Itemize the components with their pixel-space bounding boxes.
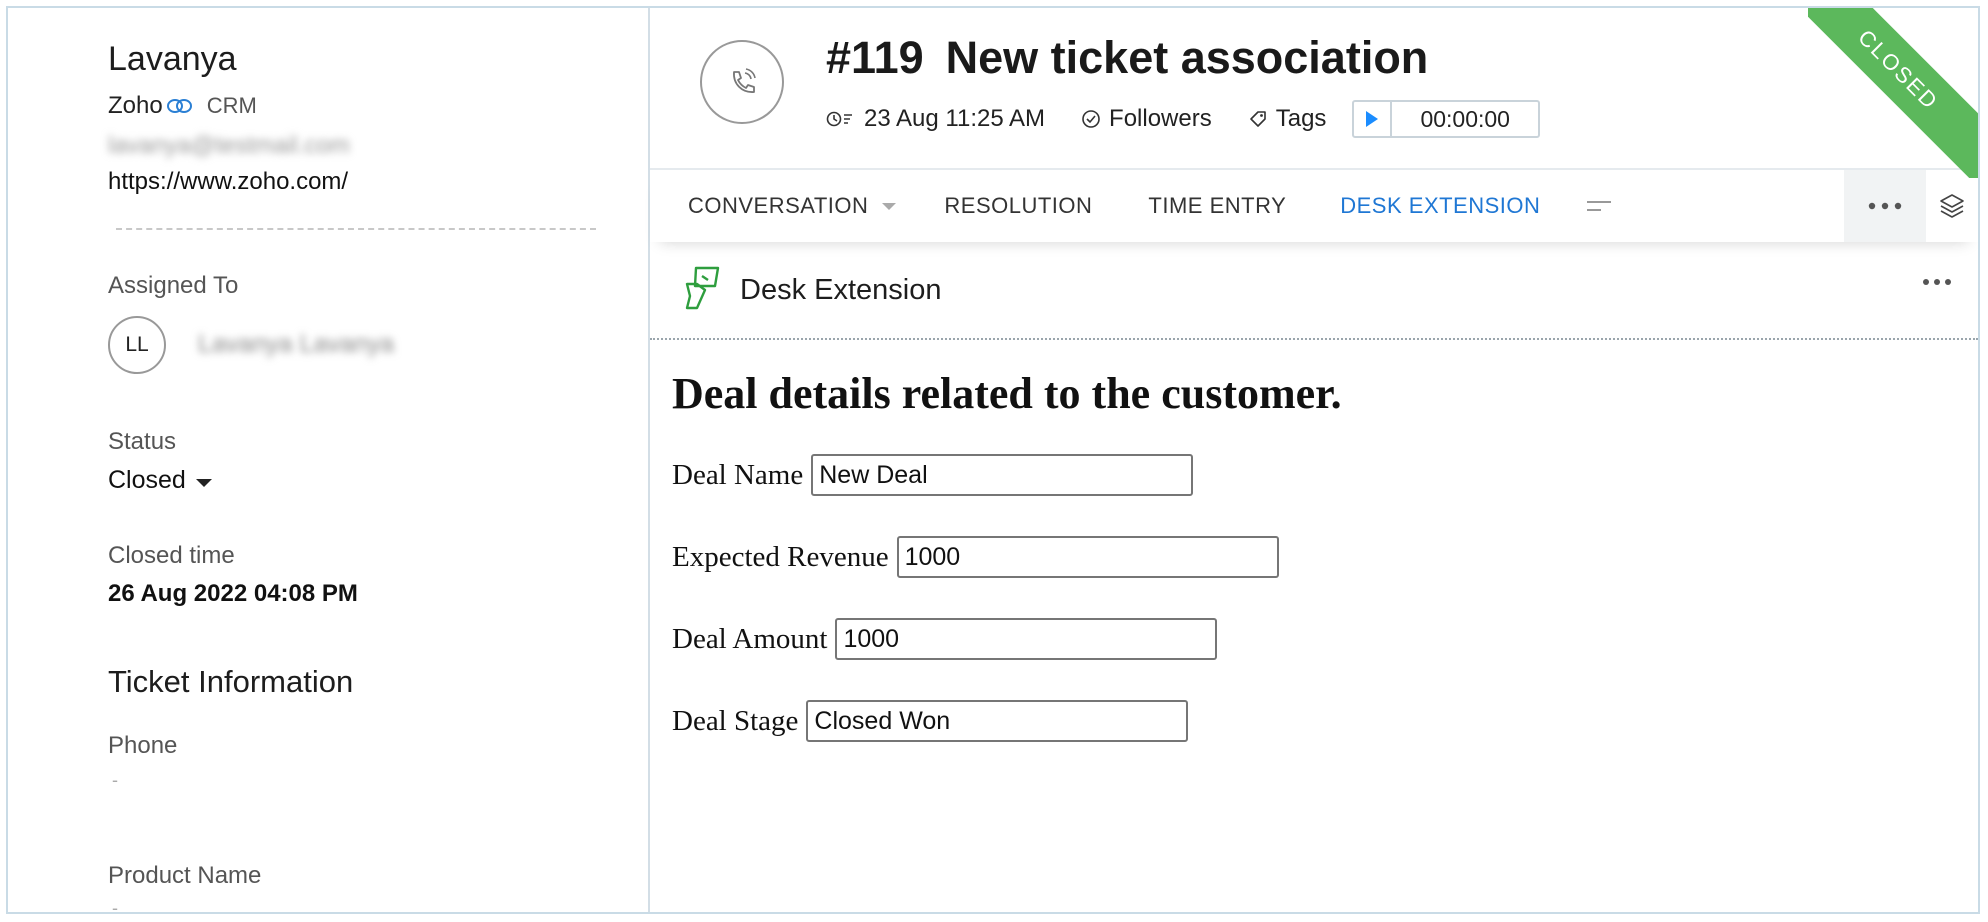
assigned-to-label: Assigned To <box>108 272 239 299</box>
divider <box>116 228 596 230</box>
expected-revenue-row: Expected Revenue <box>672 535 1342 579</box>
status-ribbon: CLOSED <box>1808 8 1978 178</box>
timer-play-button[interactable] <box>1354 102 1393 136</box>
deal-amount-row: Deal Amount <box>672 617 1342 661</box>
ticket-tabs: CONVERSATION RESOLUTION TIME ENTRY DESK … <box>650 170 1978 242</box>
form-heading: Deal details related to the customer. <box>672 369 1342 418</box>
contact-website[interactable]: https://www.zoho.com/ <box>108 168 348 196</box>
tab-time-entry[interactable]: TIME ENTRY <box>1148 193 1286 219</box>
assignee-name[interactable]: Lavanya Lavanya <box>198 330 394 359</box>
layers-icon <box>1940 194 1964 218</box>
status-value: Closed <box>108 466 186 494</box>
more-dots-icon <box>1868 202 1902 210</box>
crm-label: CRM <box>206 93 257 118</box>
ticket-header: #119 New ticket association 23 Aug 11:25 … <box>650 8 1978 178</box>
tag-icon <box>1249 111 1266 127</box>
tab-resolution-label: RESOLUTION <box>944 193 1093 218</box>
ticket-detail-panel: #119 New ticket association 23 Aug 11:25 … <box>650 8 1978 912</box>
status-label: Status <box>108 428 177 455</box>
tab-actions <box>1844 170 1978 242</box>
contact-name[interactable]: Lavanya <box>108 40 237 79</box>
ticket-meta: 23 Aug 11:25 AM Followers Tags 00:00:00 <box>826 100 1540 138</box>
closed-ribbon: CLOSED <box>1808 8 1978 178</box>
deal-stage-label: Deal Stage <box>672 704 799 737</box>
closed-time-label: Closed time <box>108 542 235 569</box>
more-tabs-icon[interactable] <box>1586 199 1612 213</box>
phone-value[interactable]: - <box>112 770 118 791</box>
tags-button[interactable]: Tags <box>1248 105 1327 133</box>
deal-stage-input[interactable] <box>806 700 1189 742</box>
crm-link-icon <box>166 99 192 113</box>
caret-down-icon <box>195 478 212 487</box>
extension-header: Desk Extension <box>650 242 1978 340</box>
channel-phone-icon <box>700 40 784 124</box>
deal-details-form: Deal details related to the customer. De… <box>672 368 1342 781</box>
desk-extension-icon <box>685 266 720 310</box>
ticket-subject[interactable]: New ticket association <box>946 32 1429 83</box>
expected-revenue-label: Expected Revenue <box>672 540 889 573</box>
extension-more-icon[interactable] <box>1922 278 1952 286</box>
ticket-title: #119 New ticket association <box>826 32 1428 84</box>
tab-conversation[interactable]: CONVERSATION <box>688 193 897 219</box>
layers-button[interactable] <box>1926 170 1978 242</box>
deal-name-label: Deal Name <box>672 458 804 491</box>
followers-button[interactable]: Followers <box>1081 105 1212 133</box>
due-date-value: 23 Aug 11:25 AM <box>864 105 1046 132</box>
closed-time-value: 26 Aug 2022 04:08 PM <box>108 580 358 607</box>
ticket-information-title: Ticket Information <box>108 664 354 699</box>
app-frame: Lavanya Zoho CRM lavanya@testmail.com ht… <box>6 6 1980 914</box>
product-name-value[interactable]: - <box>112 898 118 912</box>
tab-resolution[interactable]: RESOLUTION <box>944 193 1092 219</box>
extension-title: Desk Extension <box>740 274 942 306</box>
company-name[interactable]: Zoho <box>108 92 163 120</box>
phone-label: Phone <box>108 732 178 759</box>
expected-revenue-input[interactable] <box>896 536 1279 578</box>
tab-conversation-label: CONVERSATION <box>688 193 869 218</box>
company-row: Zoho CRM <box>108 92 257 120</box>
check-circle-icon <box>1082 110 1100 128</box>
tab-time-entry-label: TIME ENTRY <box>1148 193 1287 218</box>
avatar[interactable]: LL <box>108 316 166 374</box>
ticket-properties-panel: Lavanya Zoho CRM lavanya@testmail.com ht… <box>8 8 650 912</box>
contact-email[interactable]: lavanya@testmail.com <box>108 132 350 160</box>
timer-value: 00:00:00 <box>1420 105 1510 132</box>
status-dropdown[interactable]: Closed <box>108 466 212 495</box>
clock-list-icon <box>826 111 852 127</box>
product-name-label: Product Name <box>108 862 262 889</box>
deal-amount-label: Deal Amount <box>672 622 828 655</box>
tab-desk-extension[interactable]: DESK EXTENSION <box>1340 193 1540 219</box>
deal-name-input[interactable] <box>811 454 1194 496</box>
tags-label: Tags <box>1275 105 1327 132</box>
followers-label: Followers <box>1109 105 1212 132</box>
chevron-down-icon[interactable] <box>882 202 897 210</box>
ticket-number: #119 <box>826 32 924 83</box>
more-actions-button[interactable] <box>1844 170 1926 242</box>
deal-amount-input[interactable] <box>835 618 1218 660</box>
deal-name-row: Deal Name <box>672 453 1342 497</box>
deal-stage-row: Deal Stage <box>672 699 1342 743</box>
play-icon <box>1366 111 1379 127</box>
due-date[interactable]: 23 Aug 11:25 AM <box>826 105 1045 133</box>
phone-icon <box>733 68 756 93</box>
time-tracker: 00:00:00 <box>1352 100 1540 138</box>
tab-desk-extension-label: DESK EXTENSION <box>1340 193 1541 218</box>
